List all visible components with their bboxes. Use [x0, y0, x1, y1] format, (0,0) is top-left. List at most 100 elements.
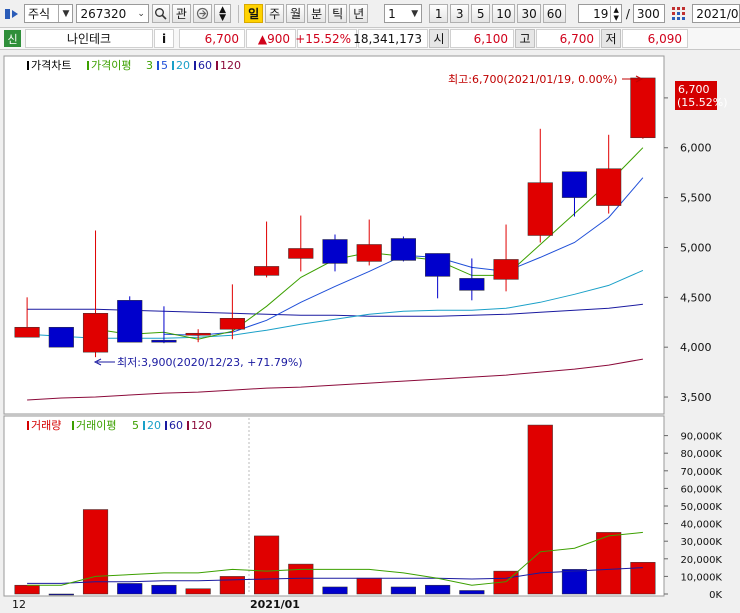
legend-ma3: 3 [146, 59, 153, 72]
x-axis-label: 12 [12, 598, 26, 611]
period-button-1[interactable]: 주 [265, 4, 285, 23]
page-count-input[interactable]: 19 ▲ ▼ [578, 4, 622, 23]
candle-body [390, 238, 416, 261]
code-input[interactable]: 267320 ⌄ [76, 4, 149, 23]
market-select[interactable]: 주식 ▼ [24, 4, 74, 23]
quote-bar: 신 나인테크 i 6,700 ▲900 +15.52% 18,341,173 시… [0, 28, 740, 50]
interest-button[interactable]: 관 [171, 4, 192, 23]
page-total: 300 [636, 6, 660, 21]
volume-tick-label: 10,000K [680, 572, 722, 583]
legend-marker [27, 61, 29, 70]
volume-bar [48, 593, 74, 596]
interval-button-group: 1 3 5 10 30 60 [429, 4, 568, 23]
interest-label: 관 [175, 7, 187, 21]
legend-vol-ma5: 5 [132, 419, 139, 432]
volume-tick-label: 50,000K [680, 502, 722, 513]
legend-ma120: 120 [220, 59, 241, 72]
price-change-pct: +15.52% [295, 29, 357, 48]
candle-body [288, 248, 314, 259]
legend-marker [187, 421, 189, 430]
spin-down-icon[interactable]: ▼ [613, 14, 618, 22]
volume-tick-label: 20,000K [680, 555, 722, 566]
spin-button[interactable]: ▲ ▼ [214, 4, 232, 23]
last-price-value: 6,700 [678, 83, 710, 96]
divider [238, 4, 240, 23]
volume-tick-label: 0K [709, 590, 722, 601]
legend-marker [216, 61, 218, 70]
period-button-group: 일주월분틱년 [244, 4, 370, 23]
stock-name: 나인테크 [25, 29, 153, 48]
interval-button-1[interactable]: 1 [429, 4, 449, 23]
high-label: 고 [515, 29, 535, 48]
volume-bar [459, 590, 485, 595]
candle-body [596, 168, 622, 206]
legend-marker [27, 421, 29, 430]
volume-tick-label: 30,000K [680, 537, 722, 548]
code-value: 267320 [80, 6, 127, 21]
candle-body [561, 171, 588, 198]
info-button[interactable]: i [154, 29, 174, 48]
period-button-5[interactable]: 년 [349, 4, 369, 23]
market-select-value: 주식 [28, 7, 51, 21]
candle-body [356, 244, 382, 262]
legend-ma60: 60 [198, 59, 212, 72]
trade-volume: 18,341,173 [353, 29, 428, 48]
interval-button-3[interactable]: 3 [450, 4, 470, 23]
legend-marker [143, 421, 145, 430]
spin-down-icon[interactable]: ▼ [219, 13, 226, 22]
volume-legend-ma-label: 거래이평 [76, 419, 116, 432]
volume-bar [322, 586, 348, 595]
volume-tick-label: 80,000K [680, 449, 722, 460]
link-button[interactable] [193, 4, 213, 23]
period-button-2[interactable]: 월 [286, 4, 306, 23]
credit-badge: 신 [4, 30, 21, 47]
last-price-change: (15.52%) [677, 96, 728, 109]
interval-button-5[interactable]: 5 [471, 4, 491, 23]
page-total-input[interactable]: 300 [632, 4, 666, 23]
interval-value: 1 [388, 6, 396, 21]
period-button-4[interactable]: 틱 [328, 4, 348, 23]
period-button-3[interactable]: 분 [307, 4, 327, 23]
candle-body [185, 332, 211, 336]
volume-bar [390, 586, 416, 595]
price-tick-label: 3,500 [680, 391, 712, 404]
price-tick-label: 4,500 [680, 291, 712, 304]
volume-bar [288, 563, 314, 595]
chevron-down-icon[interactable]: ▼ [408, 5, 421, 22]
interval-button-60[interactable]: 60 [542, 4, 567, 23]
candle-body [493, 259, 519, 280]
legend-marker [194, 61, 196, 70]
legend-vol-ma20: 20 [147, 419, 161, 432]
price-volume-chart[interactable]: 6,5006,0005,5005,0004,5004,0003,50090,00… [0, 52, 740, 613]
volume-bar [561, 569, 588, 595]
price-tick-label: 6,000 [680, 142, 712, 155]
interval-select[interactable]: 1 ▼ [384, 4, 423, 23]
low-label: 저 [601, 29, 621, 48]
interval-button-10[interactable]: 10 [492, 4, 516, 23]
price-change: ▲900 [246, 29, 296, 48]
candle-body [425, 253, 451, 277]
chevron-down-icon[interactable]: ▼ [58, 5, 72, 22]
volume-bar [527, 424, 553, 595]
page-spinner[interactable]: ▲ ▼ [610, 5, 620, 22]
price-legend-title: 가격차트 [31, 59, 71, 72]
volume-legend-title: 거래량 [31, 419, 61, 432]
page-value: 19 [593, 6, 609, 21]
date-input[interactable]: 2021/0 [692, 4, 740, 23]
high-price: 6,700 [536, 29, 600, 48]
spin-up-icon[interactable]: ▲ [613, 6, 618, 14]
chevron-down-icon[interactable]: ⌄ [135, 5, 148, 22]
interval-button-30[interactable]: 30 [517, 4, 541, 23]
volume-bar [356, 577, 382, 595]
search-button[interactable] [151, 4, 170, 23]
volume-tick-label: 40,000K [680, 520, 722, 531]
min-price-annotation: 최저:3,900(2020/12/23, +71.79%) [117, 356, 303, 369]
x-axis-label: 2021/01 [250, 598, 300, 611]
grid-settings-icon[interactable] [668, 5, 689, 23]
legend-marker [87, 61, 89, 70]
magnifier-icon [155, 8, 167, 20]
legend-vol-ma60: 60 [169, 419, 183, 432]
layout-icon[interactable] [4, 6, 20, 22]
volume-bar [630, 562, 656, 595]
period-button-0[interactable]: 일 [244, 4, 264, 23]
